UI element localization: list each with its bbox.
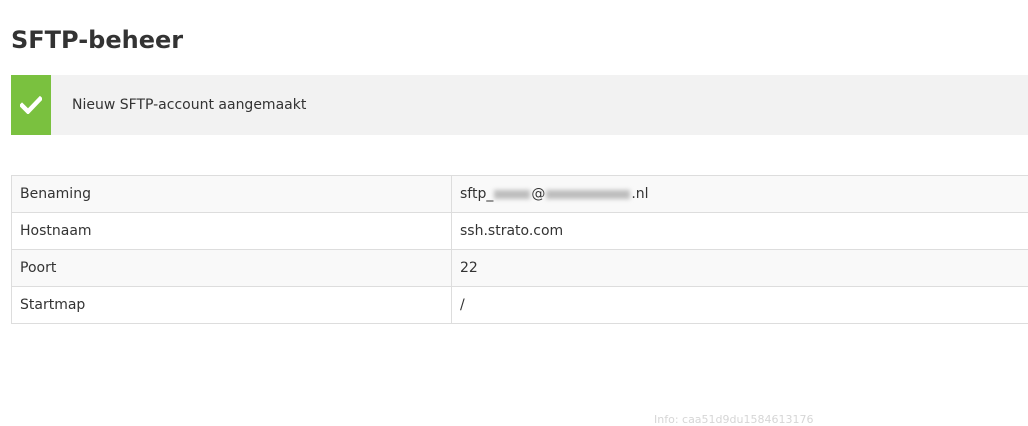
info-footer: Info: caa51d9du1584613176 — [654, 413, 814, 426]
table-row-benaming: Benaming sftp_ @ .nl — [11, 175, 1028, 213]
table-row-hostnaam: Hostnaam ssh.strato.com — [11, 212, 1028, 250]
success-icon-box — [11, 75, 51, 135]
row-label: Hostnaam — [11, 212, 452, 250]
checkmark-icon — [20, 96, 42, 114]
notice-text: Nieuw SFTP-account aangemaakt — [72, 97, 307, 113]
value-prefix: sftp_ — [460, 186, 494, 202]
value-suffix: .nl — [631, 186, 649, 202]
success-notice: Nieuw SFTP-account aangemaakt — [11, 75, 1028, 135]
row-value-poort[interactable]: 22 — [451, 249, 1028, 287]
row-label: Benaming — [11, 175, 452, 213]
row-label: Startmap — [11, 286, 452, 324]
account-details-table: Benaming sftp_ @ .nl Hostnaam ssh.strato.c… — [11, 175, 1028, 324]
page-title: SFTP-beheer — [11, 26, 184, 54]
redacted-text — [494, 189, 531, 199]
table-row-startmap: Startmap / — [11, 286, 1028, 324]
value-mid: @ — [531, 186, 546, 202]
row-value-startmap[interactable]: / — [451, 286, 1028, 324]
redacted-text — [546, 189, 631, 199]
row-label: Poort — [11, 249, 452, 287]
table-row-poort: Poort 22 — [11, 249, 1028, 287]
sftp-management-page: SFTP-beheer Nieuw SFTP-account aangemaak… — [0, 0, 1028, 426]
row-value-benaming[interactable]: sftp_ @ .nl — [451, 175, 1028, 213]
row-value-hostnaam[interactable]: ssh.strato.com — [451, 212, 1028, 250]
